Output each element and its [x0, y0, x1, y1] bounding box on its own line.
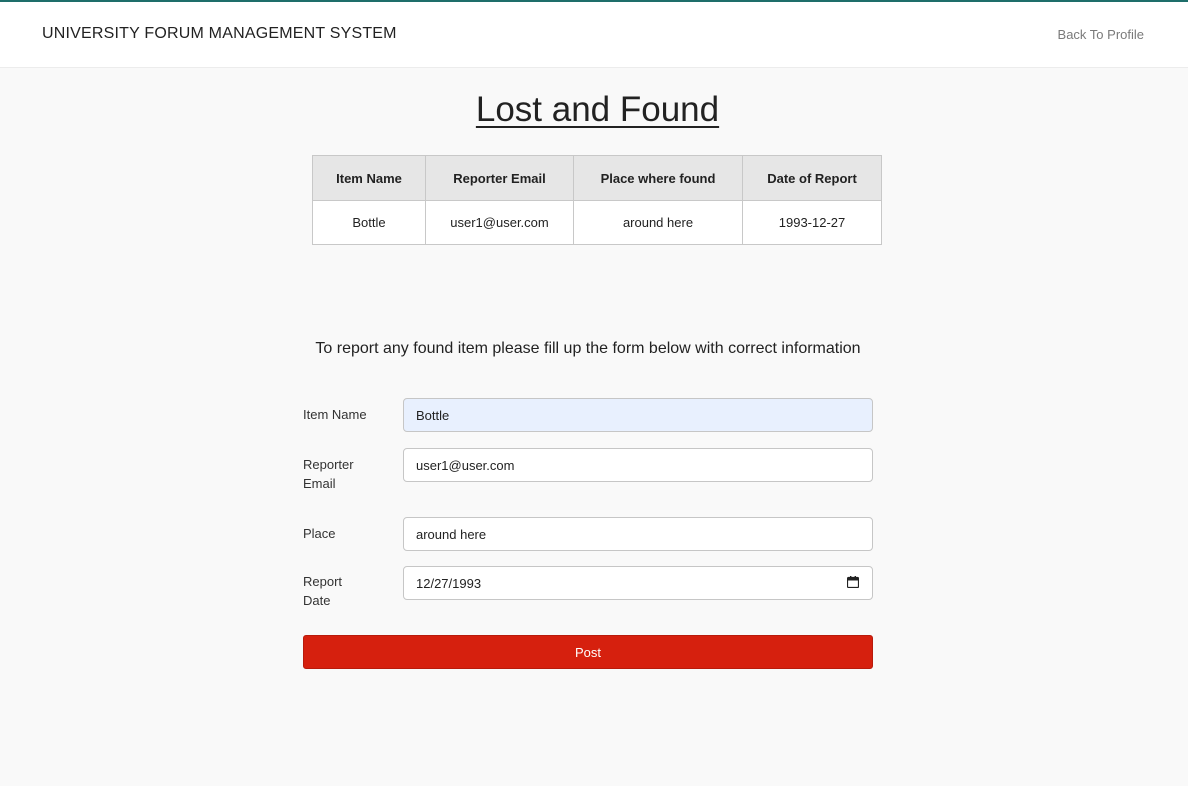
- form-intro-text: To report any found item please fill up …: [315, 340, 861, 357]
- column-header-reporter-email: Reporter Email: [425, 155, 574, 201]
- lost-found-table: Item Name Reporter Email Place where fou…: [312, 155, 882, 245]
- column-header-item-name: Item Name: [312, 155, 426, 201]
- report-date-input[interactable]: [403, 566, 873, 600]
- column-header-date: Date of Report: [742, 155, 882, 201]
- cell-reporter-email: user1@user.com: [425, 200, 574, 245]
- reporter-email-label: Reporter Email: [303, 457, 354, 491]
- post-button[interactable]: Post: [303, 635, 873, 669]
- reporter-email-input[interactable]: [403, 448, 873, 482]
- column-header-place: Place where found: [573, 155, 743, 201]
- navbar: UNIVERSITY FORUM MANAGEMENT SYSTEM Back …: [0, 2, 1188, 68]
- back-to-profile-link[interactable]: Back To Profile: [1058, 27, 1144, 42]
- item-name-label: Item Name: [303, 407, 367, 422]
- item-name-input[interactable]: [403, 398, 873, 432]
- cell-place: around here: [573, 200, 743, 245]
- place-label: Place: [303, 526, 336, 541]
- cell-item-name: Bottle: [312, 200, 426, 245]
- calendar-icon[interactable]: [847, 576, 859, 588]
- place-input[interactable]: [403, 517, 873, 551]
- page-title: Lost and Found: [475, 90, 720, 129]
- cell-date: 1993-12-27: [742, 200, 882, 245]
- table-header-row: Item Name Reporter Email Place where fou…: [312, 155, 882, 201]
- table-row: Bottle user1@user.com around here 1993-1…: [312, 200, 882, 245]
- report-date-label: Report Date: [303, 574, 343, 608]
- brand-title[interactable]: UNIVERSITY FORUM MANAGEMENT SYSTEM: [42, 25, 397, 43]
